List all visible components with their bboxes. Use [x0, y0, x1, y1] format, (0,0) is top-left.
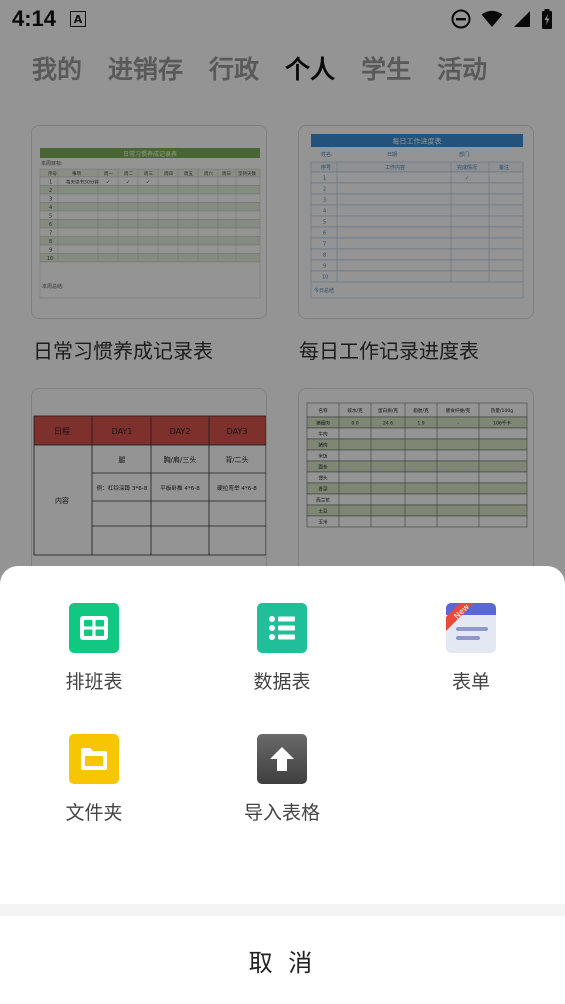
option-datasheet-label: 数据表: [253, 671, 311, 693]
cancel-button[interactable]: 取 消: [0, 916, 565, 1004]
form-icon: New: [446, 603, 496, 653]
option-form[interactable]: New 表单: [401, 603, 541, 694]
option-schedule-label: 排班表: [65, 671, 123, 693]
option-import[interactable]: 导入表格: [212, 734, 352, 825]
option-folder[interactable]: 文件夹: [24, 734, 164, 825]
sheet-divider: [0, 904, 565, 916]
folder-icon: [69, 734, 119, 784]
option-datasheet[interactable]: 数据表: [212, 603, 352, 694]
data-list-icon: [257, 603, 307, 653]
option-form-label: 表单: [451, 671, 490, 693]
schedule-grid-icon: [69, 603, 119, 653]
option-schedule[interactable]: 排班表: [24, 603, 164, 694]
option-folder-label: 文件夹: [65, 802, 123, 824]
upload-arrow-icon: [257, 734, 307, 784]
option-import-label: 导入表格: [243, 802, 320, 824]
create-bottom-sheet: 排班表 数据表 New 表单 文件夹 导入表格 取 消: [0, 566, 565, 1004]
